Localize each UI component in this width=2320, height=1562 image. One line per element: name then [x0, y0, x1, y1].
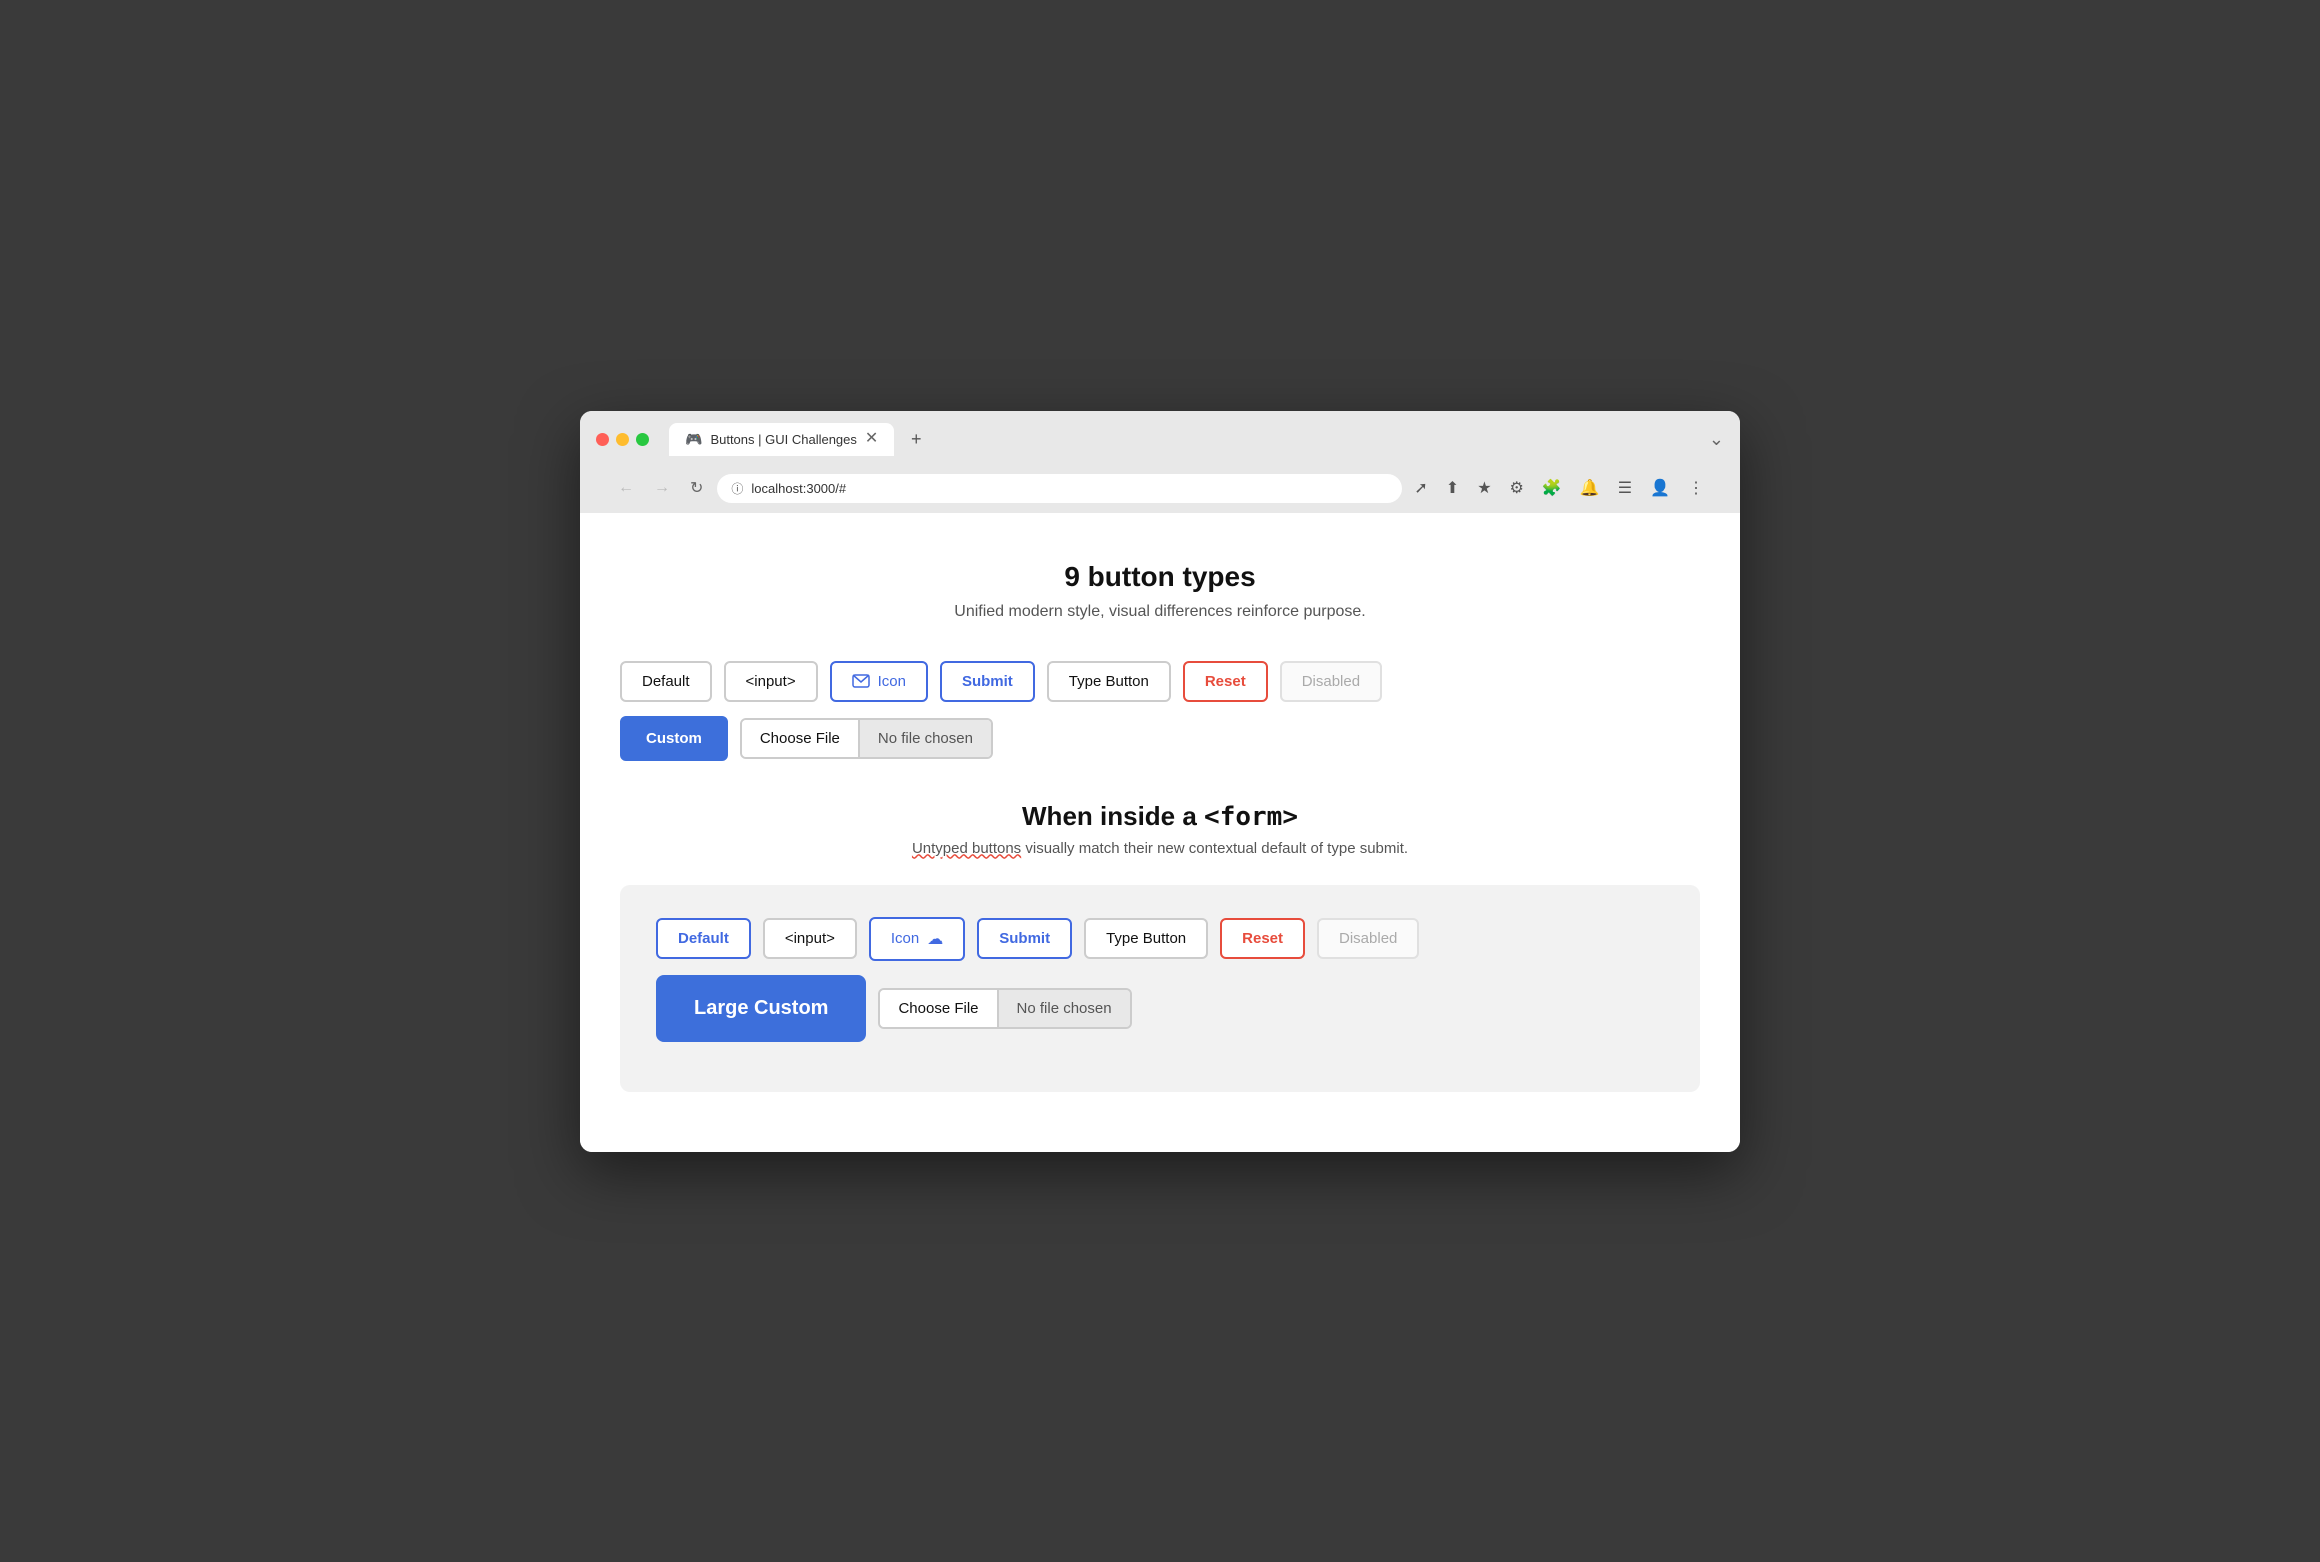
- share-button[interactable]: ⬆: [1442, 474, 1463, 502]
- reload-button[interactable]: ↻: [684, 474, 709, 502]
- extensions-button[interactable]: ⚙: [1506, 474, 1528, 502]
- external-link-button[interactable]: ➚: [1410, 474, 1431, 502]
- traffic-light-maximize[interactable]: [636, 433, 649, 446]
- browser-window: 🎮 Buttons | GUI Challenges ✕ + ⌄ ← → ↻ ⓘ…: [580, 411, 1740, 1152]
- tab-favicon: 🎮: [685, 431, 702, 448]
- form-file-choose-button[interactable]: Choose File: [880, 990, 998, 1027]
- form-default-button[interactable]: Default: [656, 918, 751, 959]
- page-subtitle: Unified modern style, visual differences…: [620, 603, 1700, 621]
- input-button[interactable]: <input>: [724, 661, 818, 702]
- file-input-group: Choose File No file chosen: [740, 718, 993, 759]
- traffic-light-minimize[interactable]: [616, 433, 629, 446]
- form-file-input-group: Choose File No file chosen: [878, 988, 1131, 1029]
- tab-close-button[interactable]: ✕: [865, 431, 878, 447]
- menu-button[interactable]: ⋮: [1684, 474, 1708, 502]
- address-bar[interactable]: ⓘ localhost:3000/#: [717, 474, 1402, 503]
- page-title: 9 button types: [620, 561, 1700, 593]
- traffic-light-close[interactable]: [596, 433, 609, 446]
- back-button[interactable]: ←: [612, 475, 640, 501]
- form-section: Default <input> Icon ☁ Submit Type Butto…: [620, 885, 1700, 1092]
- submit-button[interactable]: Submit: [940, 661, 1035, 702]
- form-file-no-chosen-label: No file chosen: [999, 990, 1130, 1027]
- browser-tabs-row: 🎮 Buttons | GUI Challenges ✕ + ⌄: [596, 423, 1724, 456]
- type-button-button[interactable]: Type Button: [1047, 661, 1171, 702]
- file-no-chosen-label: No file chosen: [860, 720, 991, 757]
- forward-button[interactable]: →: [648, 475, 676, 501]
- tab-menu-chevron[interactable]: ⌄: [1709, 429, 1724, 450]
- new-tab-button[interactable]: +: [902, 425, 930, 453]
- form-input-button[interactable]: <input>: [763, 918, 857, 959]
- address-secure-icon: ⓘ: [731, 480, 743, 497]
- page-content: 9 button types Unified modern style, vis…: [580, 513, 1740, 1152]
- disabled-button: Disabled: [1280, 661, 1382, 702]
- browser-titlebar: 🎮 Buttons | GUI Challenges ✕ + ⌄ ← → ↻ ⓘ…: [580, 411, 1740, 513]
- browser-tab-active[interactable]: 🎮 Buttons | GUI Challenges ✕: [669, 423, 894, 456]
- button-row-2: Custom Choose File No file chosen: [620, 716, 1700, 761]
- form-icon-button[interactable]: Icon ☁: [869, 917, 965, 961]
- large-custom-button[interactable]: Large Custom: [656, 975, 866, 1042]
- profile-button[interactable]: 👤: [1646, 474, 1674, 502]
- reset-button[interactable]: Reset: [1183, 661, 1268, 702]
- section2-subtitle-underline: Untyped buttons: [912, 840, 1021, 857]
- form-button-row-1: Default <input> Icon ☁ Submit Type Butto…: [656, 917, 1664, 961]
- button-row-1: Default <input> Icon Submit Type Button …: [620, 661, 1700, 702]
- section2-title: When inside a <form>: [620, 801, 1700, 832]
- bell-button[interactable]: 🔔: [1576, 474, 1604, 502]
- sidebar-button[interactable]: ☰: [1614, 474, 1636, 502]
- cloud-icon: ☁: [927, 929, 943, 949]
- browser-toolbar: ← → ↻ ⓘ localhost:3000/# ➚ ⬆ ★ ⚙ 🧩 🔔 ☰ 👤…: [596, 466, 1724, 513]
- form-reset-button[interactable]: Reset: [1220, 918, 1305, 959]
- custom-button[interactable]: Custom: [620, 716, 728, 761]
- puzzle-button[interactable]: 🧩: [1538, 474, 1566, 502]
- default-button[interactable]: Default: [620, 661, 712, 702]
- bookmark-button[interactable]: ★: [1473, 474, 1495, 502]
- form-disabled-button: Disabled: [1317, 918, 1419, 959]
- toolbar-actions: ➚ ⬆ ★ ⚙ 🧩 🔔 ☰ 👤 ⋮: [1410, 474, 1708, 502]
- tab-title: Buttons | GUI Challenges: [710, 432, 856, 447]
- form-submit-button[interactable]: Submit: [977, 918, 1072, 959]
- file-choose-button[interactable]: Choose File: [742, 720, 860, 757]
- section2-subtitle: Untyped buttons visually match their new…: [620, 840, 1700, 857]
- form-button-row-2: Large Custom Choose File No file chosen: [656, 975, 1664, 1042]
- mail-icon: [852, 674, 870, 688]
- form-type-button[interactable]: Type Button: [1084, 918, 1208, 959]
- icon-button[interactable]: Icon: [830, 661, 928, 702]
- traffic-lights: [596, 433, 649, 446]
- address-text: localhost:3000/#: [751, 481, 846, 496]
